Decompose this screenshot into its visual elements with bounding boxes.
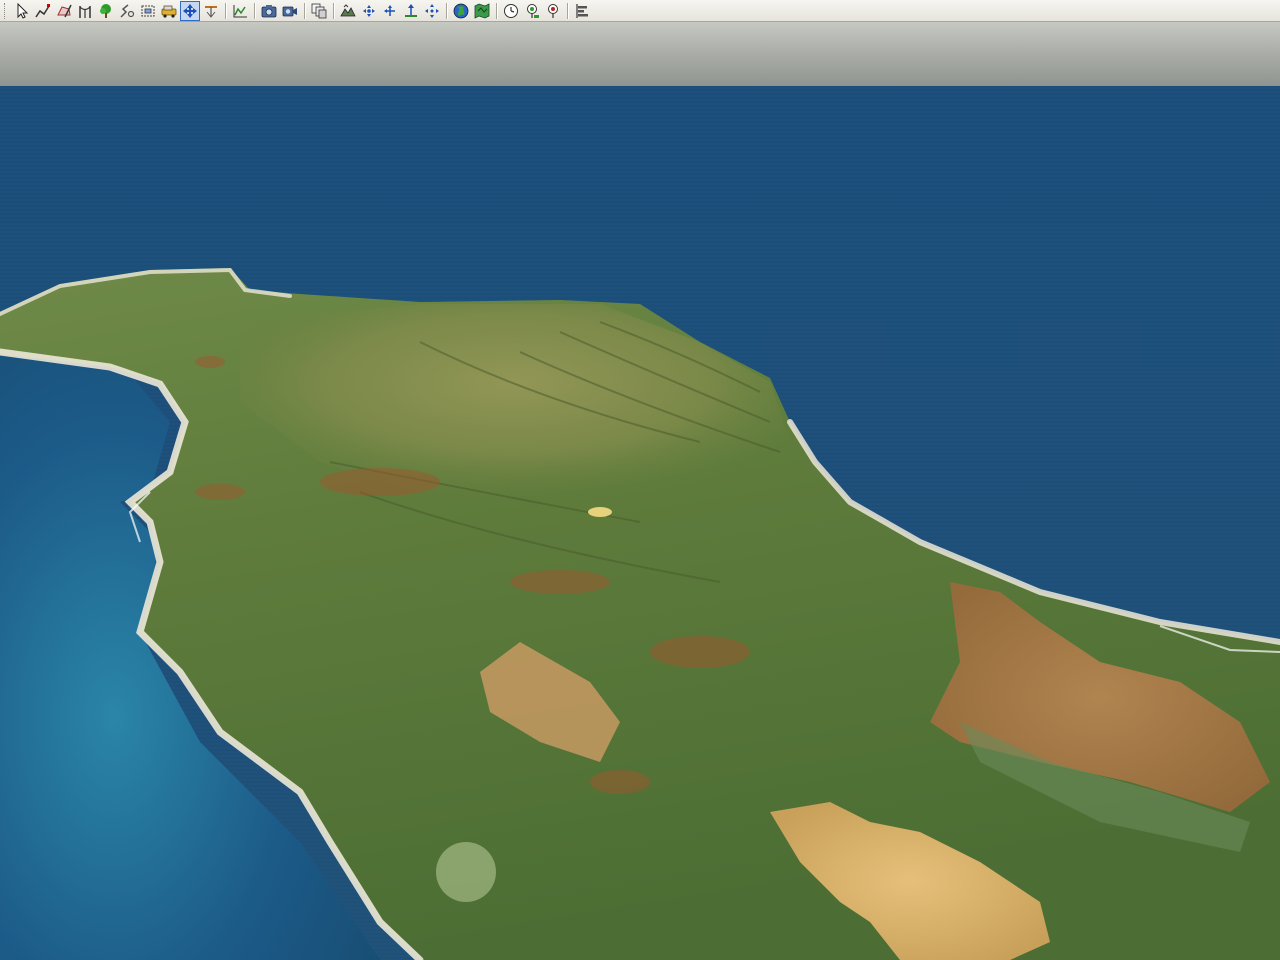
vehicle-tool-button[interactable]	[159, 1, 179, 21]
structure-icon	[141, 5, 155, 16]
record-tool-button[interactable]	[280, 1, 300, 21]
terrain-tool-button[interactable]	[338, 1, 358, 21]
zoom-tool-button[interactable]	[380, 1, 400, 21]
fence-tool-button[interactable]	[75, 1, 95, 21]
toolbar-separator	[333, 2, 335, 19]
marker-remove-tool-button[interactable]	[543, 1, 563, 21]
profile-tool-button[interactable]	[230, 1, 250, 21]
3d-terrain-viewport[interactable]	[0, 22, 1280, 960]
marker-red-icon	[548, 3, 558, 18]
sky	[0, 22, 1280, 88]
select-tool-button[interactable]	[12, 1, 32, 21]
tree-icon	[100, 3, 111, 18]
slope-icon	[205, 5, 217, 18]
toolbar-separator	[225, 2, 227, 19]
toolbar-separator	[254, 2, 256, 19]
path-icon	[120, 3, 135, 18]
vehicle-icon	[161, 5, 177, 18]
properties-icon	[576, 3, 588, 18]
layers-tool-button[interactable]	[309, 1, 329, 21]
orbit-tool-button[interactable]	[422, 1, 442, 21]
clock-icon	[504, 3, 518, 18]
toolbar-separator	[304, 2, 306, 19]
path-tool-button[interactable]	[117, 1, 137, 21]
tree-tool-button[interactable]	[96, 1, 116, 21]
navigate-tool-button[interactable]	[180, 0, 200, 21]
clock-tool-button[interactable]	[501, 1, 521, 21]
toolbar-grip[interactable]	[4, 2, 8, 19]
marker-green-icon	[527, 3, 539, 18]
properties-tool-button[interactable]	[572, 1, 592, 21]
toolbar-separator	[446, 2, 448, 19]
snapshot-tool-button[interactable]	[259, 1, 279, 21]
area-tool-button[interactable]	[54, 1, 74, 21]
fence-icon	[79, 5, 91, 18]
profile-chart-icon	[233, 4, 247, 17]
elevate-tool-button[interactable]	[401, 1, 421, 21]
terrain-scene	[0, 22, 1280, 960]
globe-tool-button[interactable]	[451, 1, 471, 21]
pan-tool-button[interactable]	[359, 1, 379, 21]
camera-icon	[261, 4, 277, 17]
globe-icon	[453, 3, 469, 18]
map-tool-button[interactable]	[472, 1, 492, 21]
move-icon	[183, 3, 197, 18]
zoom-icon	[384, 4, 395, 16]
elevate-icon	[405, 3, 417, 17]
map-icon	[474, 2, 490, 19]
pan-icon	[363, 4, 375, 17]
polyline-tool-button[interactable]	[33, 1, 53, 21]
video-camera-icon	[282, 6, 297, 16]
orbit-icon	[425, 3, 439, 18]
polyline-icon	[35, 3, 50, 17]
slope-tool-button[interactable]	[201, 1, 221, 21]
arrow-cursor-icon	[17, 2, 29, 19]
area-draw-icon	[57, 4, 72, 17]
toolbar-separator	[567, 2, 569, 19]
layers-icon	[311, 3, 327, 18]
toolbar-separator	[496, 2, 498, 19]
toolbar	[0, 0, 1280, 22]
structure-tool-button[interactable]	[138, 1, 158, 21]
terrain-icon	[340, 3, 356, 16]
marker-add-tool-button[interactable]	[522, 1, 542, 21]
